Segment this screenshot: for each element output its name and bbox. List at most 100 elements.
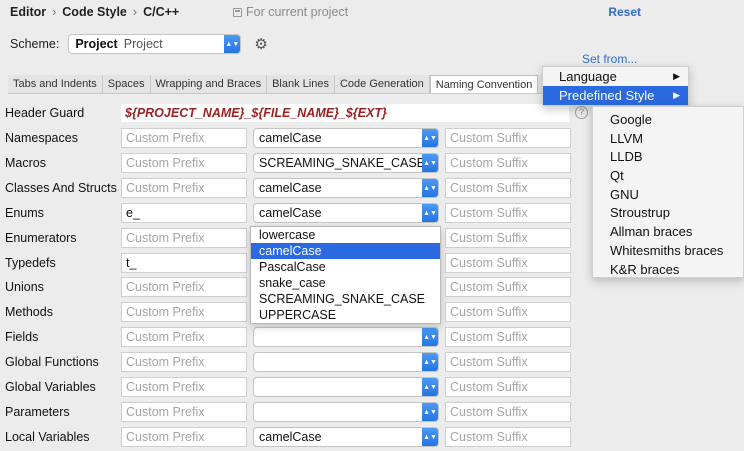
case-style-select[interactable]: camelCase ▲▼ [253,427,439,447]
prefix-input[interactable]: t_ [121,253,247,273]
case-style-select[interactable]: ▲▼ [253,352,439,372]
prefix-input[interactable]: Custom Prefix [121,352,247,372]
suffix-input[interactable]: Custom Suffix [445,228,571,248]
suffix-input[interactable]: Custom Suffix [445,327,571,347]
gear-icon[interactable]: ⚙ [254,35,267,53]
case-style-select[interactable]: ▲▼ [253,402,439,422]
project-icon [233,7,242,17]
case-style-dropdown-list: lowercase camelCase PascalCase snake_case SC… [250,226,441,324]
menu-item-predefined-style[interactable]: Predefined Style ▶ [543,86,688,105]
predefined-style-item[interactable]: Qt [593,167,743,186]
row-label: Classes And Structs [5,181,117,195]
row-label: Local Variables [5,430,90,444]
updown-arrows-icon: ▲▼ [422,179,438,197]
case-option[interactable]: lowercase [251,227,440,243]
prefix-input[interactable]: Custom Prefix [121,153,247,173]
prefix-input[interactable]: Custom Prefix [121,377,247,397]
case-style-select[interactable]: SCREAMING_SNAKE_CASE ▲▼ [253,153,439,173]
suffix-input[interactable]: Custom Suffix [445,302,571,322]
breadcrumb-cpp[interactable]: C/C++ [143,5,179,19]
case-option[interactable]: snake_case [251,275,440,291]
submenu-arrow-icon: ▶ [673,90,680,100]
tab-bar: Tabs and Indents Spaces Wrapping and Brace… [8,75,554,94]
menu-item-label: Language [559,69,617,84]
case-style-select[interactable]: camelCase ▲▼ [253,203,439,223]
reset-link[interactable]: Reset [608,5,641,19]
suffix-input[interactable]: Custom Suffix [445,153,571,173]
scheme-label: Scheme: [10,37,60,51]
tab-spaces[interactable]: Spaces [102,75,151,93]
row-label: Methods [5,305,53,319]
tab-wrapping-and-braces[interactable]: Wrapping and Braces [150,75,268,93]
row-label: Namespaces [5,131,78,145]
case-style-value: camelCase [259,206,322,220]
suffix-input[interactable]: Custom Suffix [445,277,571,297]
header-guard-label: Header Guard [5,106,85,120]
row-label: Typedefs [5,256,56,270]
suffix-input[interactable]: Custom Suffix [445,203,571,223]
suffix-input[interactable]: Custom Suffix [445,352,571,372]
tab-code-generation[interactable]: Code Generation [334,75,430,93]
header-guard-field[interactable]: ${PROJECT_NAME}_${FILE_NAME}_${EXT} [121,104,569,122]
breadcrumb-code-style[interactable]: Code Style [62,5,127,19]
case-option[interactable]: SCREAMING_SNAKE_CASE [251,291,440,307]
case-style-select[interactable]: camelCase ▲▼ [253,178,439,198]
row-label: Unions [5,280,44,294]
updown-arrows-icon: ▲▼ [422,129,438,147]
suffix-input[interactable]: Custom Suffix [445,178,571,198]
predefined-style-item[interactable]: Google [593,111,743,130]
row-label: Global Functions [5,355,99,369]
prefix-input[interactable]: Custom Prefix [121,427,247,447]
predefined-style-item[interactable]: Stroustrup [593,204,743,223]
row-label: Enumerators [5,231,77,245]
row-label: Parameters [5,405,70,419]
prefix-input[interactable]: Custom Prefix [121,228,247,248]
tab-naming-convention[interactable]: Naming Convention [429,75,539,93]
predefined-style-item[interactable]: K&R braces [593,261,743,280]
predefined-style-item[interactable]: Allman braces [593,223,743,242]
for-current-project-label: For current project [246,5,349,19]
menu-item-language[interactable]: Language ▶ [543,67,688,86]
updown-arrows-icon: ▲▼ [422,154,438,172]
case-style-value: camelCase [259,430,322,444]
updown-arrows-icon: ▲▼ [224,35,241,53]
predefined-style-item[interactable]: GNU [593,186,743,205]
breadcrumb-editor[interactable]: Editor [10,5,46,19]
prefix-input[interactable]: Custom Prefix [121,128,247,148]
suffix-input[interactable]: Custom Suffix [445,253,571,273]
suffix-input[interactable]: Custom Suffix [445,402,571,422]
case-style-select[interactable]: camelCase ▲▼ [253,128,439,148]
help-icon[interactable]: ? [575,106,588,119]
prefix-input[interactable]: Custom Prefix [121,302,247,322]
tab-blank-lines[interactable]: Blank Lines [267,75,335,93]
suffix-input[interactable]: Custom Suffix [445,128,571,148]
suffix-input[interactable]: Custom Suffix [445,427,571,447]
suffix-input[interactable]: Custom Suffix [445,377,571,397]
breadcrumb: Editor › Code Style › C/C++ [10,4,179,20]
scheme-value-bold: Project [75,37,118,51]
predefined-style-item[interactable]: LLVM [593,130,743,149]
breadcrumb-separator: › [52,5,57,19]
row-label: Global Variables [5,380,96,394]
predefined-style-item[interactable]: LLDB [593,148,743,167]
prefix-input[interactable]: Custom Prefix [121,402,247,422]
predefined-style-item[interactable]: Whitesmiths braces [593,242,743,261]
prefix-input[interactable]: Custom Prefix [121,277,247,297]
updown-arrows-icon: ▲▼ [422,328,438,346]
case-option[interactable]: camelCase [251,243,440,259]
prefix-input[interactable]: Custom Prefix [121,178,247,198]
tab-tabs-and-indents[interactable]: Tabs and Indents [8,75,103,93]
case-style-select[interactable]: ▲▼ [253,327,439,347]
scheme-select[interactable]: Project Project ▲▼ [68,34,242,54]
prefix-input[interactable]: Custom Prefix [121,327,247,347]
set-from-link[interactable]: Set from... [582,52,637,66]
case-option[interactable]: UPPERCASE [251,307,440,323]
updown-arrows-icon: ▲▼ [422,378,438,396]
updown-arrows-icon: ▲▼ [422,353,438,371]
scheme-value: Project [123,37,163,51]
case-option[interactable]: PascalCase [251,259,440,275]
row-label: Fields [5,330,39,344]
case-style-select[interactable]: ▲▼ [253,377,439,397]
prefix-input[interactable]: e_ [121,203,247,223]
row-label: Macros [5,156,46,170]
